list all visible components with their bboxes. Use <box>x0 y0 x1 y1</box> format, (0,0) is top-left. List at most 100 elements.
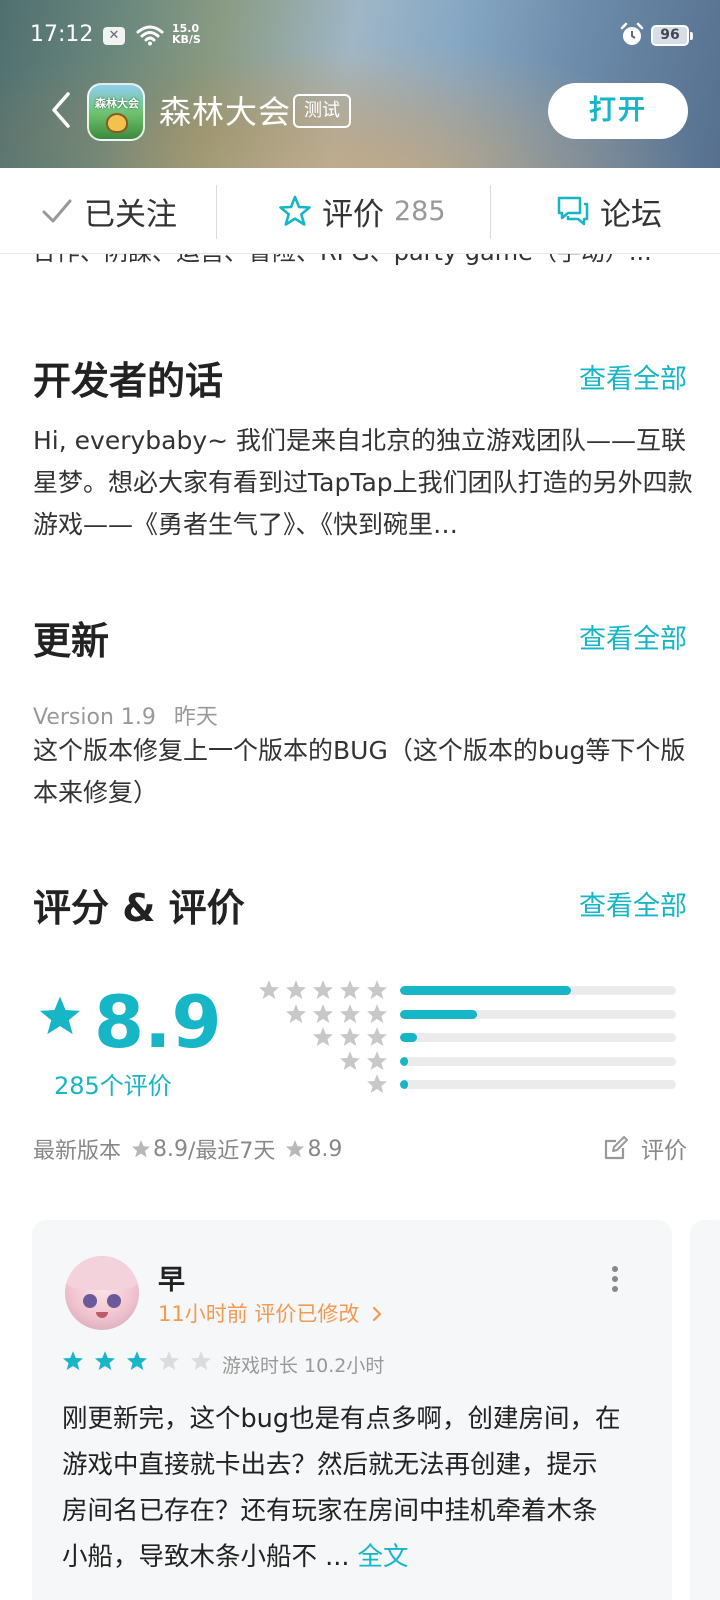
next-review-card[interactable] <box>690 1220 720 1600</box>
distribution-bar-fill <box>400 1009 478 1019</box>
rate-count: 285 <box>394 195 446 227</box>
back-button[interactable] <box>44 88 84 132</box>
developer-text: Hi, everybaby~ 我们是来自北京的独立游戏团队——互联星梦。想必大家… <box>33 426 693 539</box>
star-filled-icon <box>38 994 82 1042</box>
version-line: Version 1.9 昨天 <box>33 699 218 731</box>
star-empty-icon <box>190 1351 212 1371</box>
write-review-button[interactable]: 评价 <box>603 1131 687 1165</box>
reviewer-name[interactable]: 早 <box>158 1258 185 1297</box>
action-bar: 已关注 评价 285 论坛 <box>0 168 720 254</box>
rating-meta: 最新版本 8.9 /最近7天 8.9 <box>33 1133 342 1165</box>
distribution-stars <box>366 1073 388 1095</box>
network-speed-unit: KB/S <box>172 33 201 46</box>
test-badge: 测试 <box>293 94 351 128</box>
distribution-row-4 <box>256 1003 686 1025</box>
review-time-label: 11小时前 评价已修改 <box>158 1302 360 1326</box>
follow-label: 已关注 <box>84 196 177 233</box>
star-gray-icon <box>339 1050 361 1070</box>
distribution-bar-track <box>400 1080 676 1089</box>
star-gray-icon <box>285 980 307 1000</box>
distribution-row-5 <box>256 979 686 1001</box>
rating-count: 285个评价 <box>54 1072 172 1100</box>
rating-score: 8.9 <box>94 980 222 1064</box>
update-date: 昨天 <box>173 705 218 730</box>
chevron-left-icon <box>52 92 70 128</box>
distribution-row-2 <box>256 1050 686 1072</box>
ratings-section-title: 评分 & 评价 <box>33 886 245 930</box>
star-small-icon <box>131 1140 151 1158</box>
star-gray-icon <box>366 1003 388 1023</box>
avatar[interactable] <box>65 1256 139 1330</box>
full-text-link[interactable]: 全文 <box>358 1542 409 1572</box>
review-text: 刚更新完，这个bug也是有点多啊，创建房间，在游戏中直接就卡出去？然后就无法再创… <box>62 1396 622 1580</box>
review-body: 刚更新完，这个bug也是有点多啊，创建房间，在游戏中直接就卡出去？然后就无法再创… <box>62 1404 621 1572</box>
recent-label: /最近7天 <box>188 1139 276 1164</box>
more-vertical-icon <box>612 1266 618 1292</box>
divider <box>490 185 491 239</box>
star-empty-icon <box>158 1351 180 1371</box>
distribution-bar-track <box>400 986 676 995</box>
status-bar: 17:12 ✕ 15.0 KB/S 96 <box>0 0 720 70</box>
forum-button[interactable]: 论坛 <box>556 168 662 254</box>
distribution-stars <box>312 1026 388 1048</box>
distribution-bar-fill <box>400 1080 409 1089</box>
status-time: 17:12 <box>30 22 94 47</box>
star-filled-icon <box>94 1351 116 1371</box>
distribution-bar-track <box>400 1056 676 1066</box>
app-icon: 森林大会 <box>87 83 145 141</box>
update-section-title: 更新 <box>33 619 110 663</box>
wifi-icon <box>136 24 164 50</box>
latest-version-label: 最新版本 <box>33 1139 122 1164</box>
rate-button[interactable]: 评价 285 <box>278 168 446 254</box>
write-review-label: 评价 <box>641 1138 687 1164</box>
star-small-icon <box>286 1140 305 1158</box>
playtime: 游戏时长 10.2小时 <box>222 1355 385 1377</box>
recent-score: 8.9 <box>307 1136 343 1162</box>
developer-section-title: 开发者的话 <box>33 359 224 403</box>
distribution-bar-fill <box>400 1056 409 1066</box>
distribution-row-3 <box>256 1026 686 1048</box>
star-gray-icon <box>312 1027 334 1047</box>
star-gray-icon <box>366 1050 388 1070</box>
paw-icon <box>106 113 128 133</box>
developer-see-all-link[interactable]: 查看全部 <box>579 357 687 396</box>
distribution-bar-fill <box>400 986 572 995</box>
star-gray-icon <box>339 980 361 1000</box>
review-time-status[interactable]: 11小时前 评价已修改 <box>158 1298 384 1328</box>
chevron-right-icon <box>372 1306 382 1322</box>
update-text: 这个版本修复上一个版本的BUG（这个版本的bug等下个版本来修复） <box>33 736 686 807</box>
follow-button[interactable]: 已关注 <box>40 168 177 254</box>
chat-bubbles-icon <box>557 196 589 226</box>
review-stars <box>62 1350 212 1372</box>
latest-version-score: 8.9 <box>153 1136 189 1162</box>
distribution-bar-track <box>400 1033 676 1042</box>
star-gray-icon <box>339 1027 361 1047</box>
distribution-bar-fill <box>400 1033 417 1042</box>
star-gray-icon <box>312 1003 334 1023</box>
distribution-bar-track <box>400 1009 676 1019</box>
edit-icon <box>604 1136 628 1160</box>
rate-label: 评价 <box>322 196 384 233</box>
alarm-icon <box>619 22 645 52</box>
review-card[interactable]: 早 11小时前 评价已修改 游戏时长 10.2小时 刚更新完，这个bug也是有点… <box>32 1220 672 1600</box>
star-gray-icon <box>258 980 280 1000</box>
star-gray-icon <box>366 1074 388 1094</box>
star-gray-icon <box>366 1027 388 1047</box>
star-filled-icon <box>126 1351 148 1371</box>
star-filled-icon <box>62 1351 84 1371</box>
more-options-button[interactable] <box>610 1264 620 1294</box>
star-gray-icon <box>285 1003 307 1023</box>
battery-indicator: 96 <box>651 25 693 46</box>
network-speed: 15.0 KB/S <box>172 23 201 45</box>
star-gray-icon <box>339 1003 361 1023</box>
check-icon <box>42 199 72 223</box>
distribution-row-1 <box>256 1073 686 1095</box>
ratings-see-all-link[interactable]: 查看全部 <box>579 884 687 923</box>
update-see-all-link[interactable]: 查看全部 <box>579 617 687 656</box>
distribution-stars <box>339 1050 388 1072</box>
app-header: 17:12 ✕ 15.0 KB/S 96 森林大会 森林大会 测试 打开 <box>0 0 720 168</box>
notification-icon: ✕ <box>103 27 125 45</box>
star-gray-icon <box>366 980 388 1000</box>
open-button[interactable]: 打开 <box>548 83 688 139</box>
star-gray-icon <box>312 980 334 1000</box>
